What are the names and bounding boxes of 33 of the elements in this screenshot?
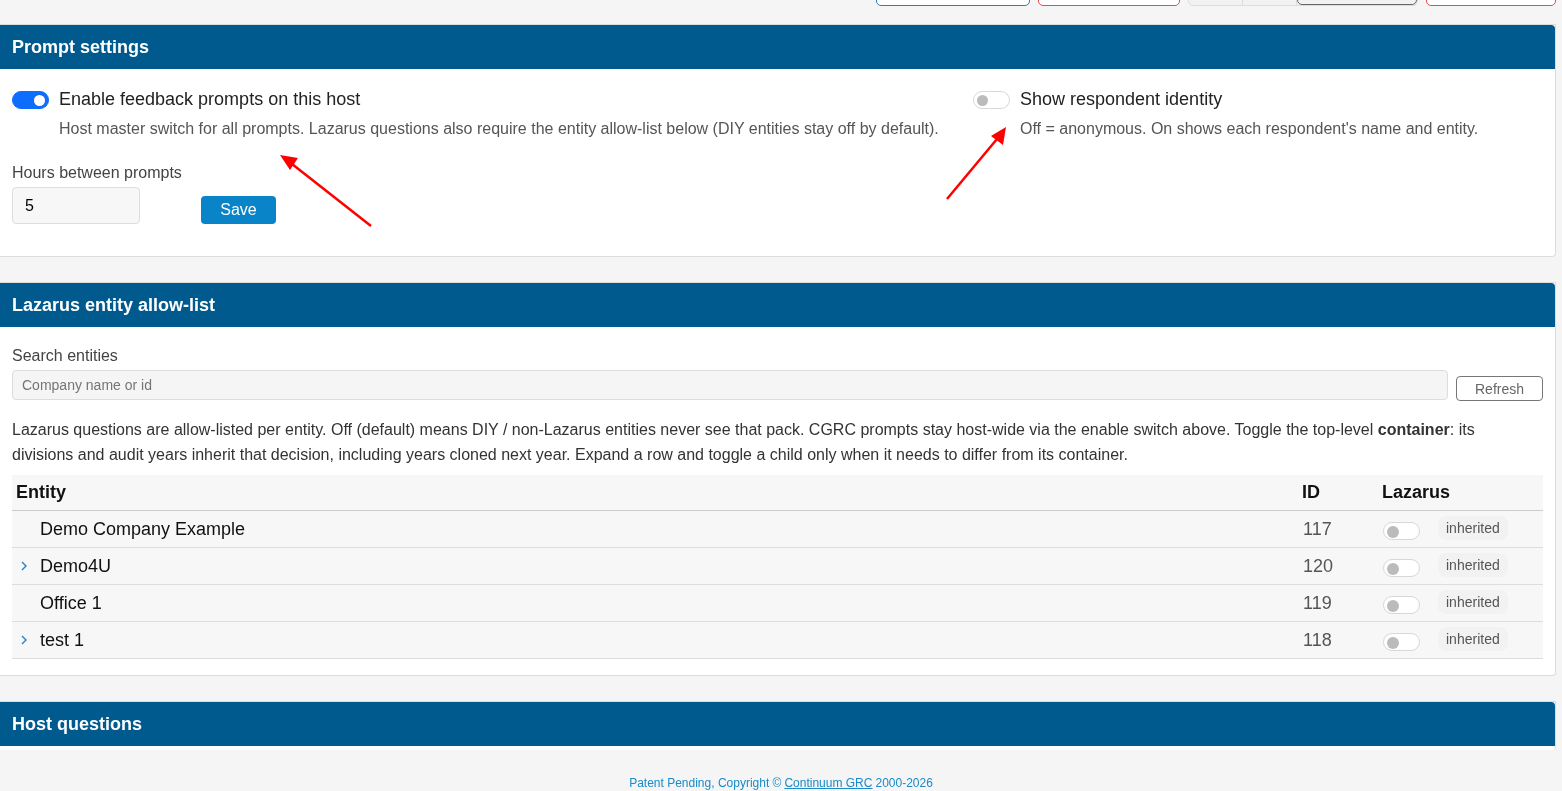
panel-header: Host questions	[0, 702, 1555, 746]
toggle-switch[interactable]	[12, 90, 49, 109]
switch-label: Enable feedback prompts on this host	[59, 89, 361, 110]
number-field[interactable]: 5	[12, 187, 140, 224]
panel-header: Prompt settings	[0, 25, 1555, 69]
copyright-text: Patent Pending, Copyright ©	[629, 776, 782, 790]
field-label: Search entities	[12, 347, 119, 365]
description-text: Lazarus questions are allow-listed per entity. Off (default) means DIY / non-Lazarus entities never see that pack. CGRC prompts stay host-wide via the enable switch above. Toggle the top-level container: its divisions and audit years inherit that decision, including years cloned next year. Expand a row and toggle a child only when it needs to differ from its container.	[12, 420, 1476, 465]
inherited-badge: inherited	[1438, 516, 1508, 540]
inherited-badge: inherited	[1438, 590, 1508, 614]
refresh-button[interactable]: Refresh	[1456, 376, 1543, 401]
entity-name: Demo Company Example	[40, 518, 246, 540]
table-cell-text: 117	[1302, 518, 1333, 540]
table-cell-text: 118	[1302, 629, 1333, 651]
footer-link[interactable]: Continuum GRC	[784, 776, 873, 790]
copyright-years: 2000-2026	[875, 776, 933, 790]
entity-name: Demo4U	[40, 555, 112, 577]
field-label: Hours between prompts	[12, 164, 183, 182]
help-text: Off = anonymous. On shows each respondent's name and entity.	[1020, 120, 1480, 138]
search-field[interactable]: Company name or id	[12, 370, 1448, 400]
column-header: Entity	[15, 482, 67, 503]
entity-name: test 1	[40, 629, 85, 651]
entity-name: Office 1	[40, 592, 102, 614]
inherited-badge: inherited	[1438, 627, 1508, 651]
panel-header: Lazarus entity allow-list	[0, 283, 1555, 327]
column-header: Lazarus	[1381, 482, 1452, 503]
inherited-badge: inherited	[1438, 553, 1508, 577]
table-cell-text: 119	[1302, 592, 1333, 614]
help-text: Host master switch for all prompts. Lazarus questions also require the entity allow-list below (DIY entities stay off by default).	[59, 120, 940, 138]
table-cell-text: 120	[1302, 555, 1335, 577]
column-header: ID	[1301, 482, 1321, 503]
save-button[interactable]: Save	[201, 195, 276, 224]
switch-label: Show respondent identity	[1020, 89, 1223, 110]
